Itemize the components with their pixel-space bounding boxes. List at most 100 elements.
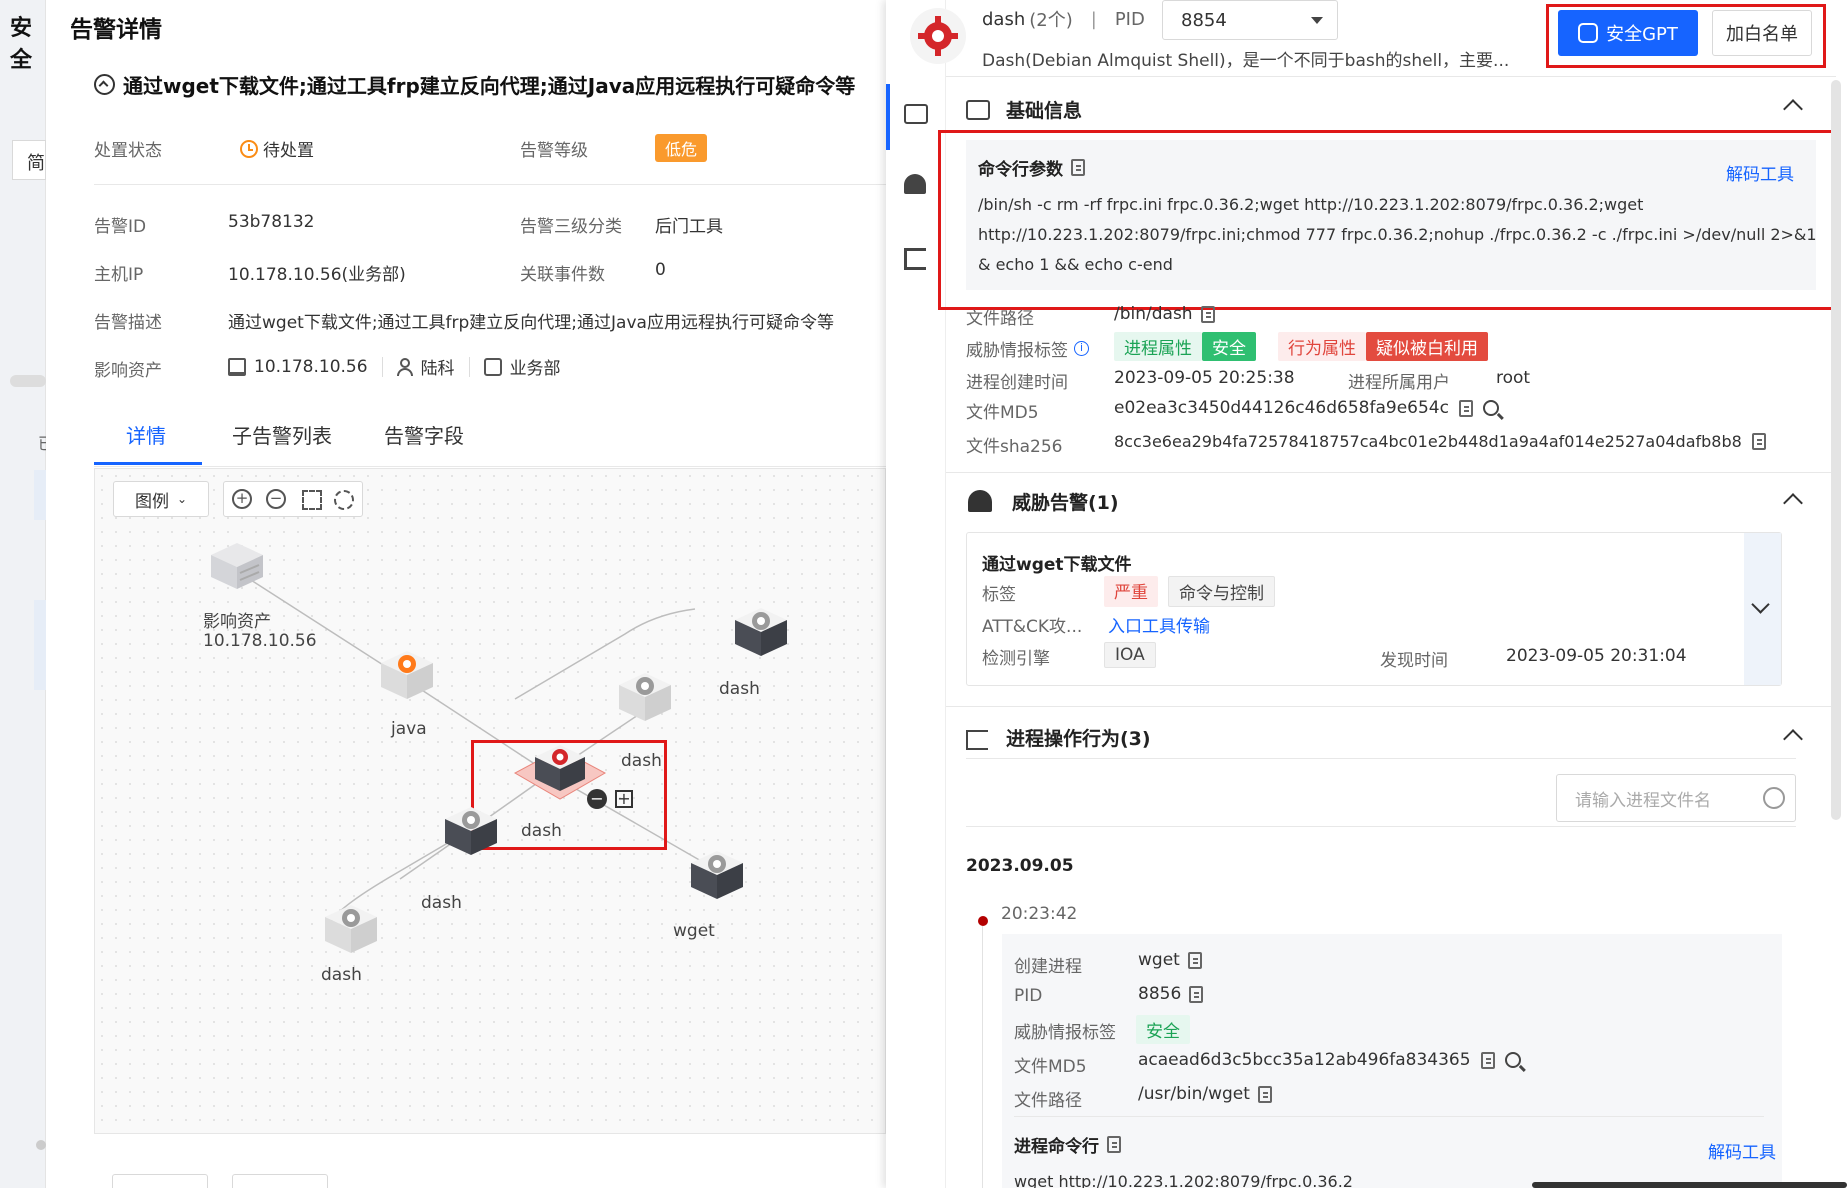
section-divider — [946, 706, 1836, 707]
dash-process-gear-icon[interactable] — [615, 669, 675, 727]
node-dash-top-right-label: dash — [719, 679, 760, 699]
timeline-line — [982, 926, 983, 1188]
java-process-gear-icon[interactable] — [377, 647, 437, 705]
sha256-row: 8cc3e6ea29b4fa72578418757ca4bc01e2b448d1… — [1114, 432, 1766, 451]
drawer-scrollbar[interactable] — [1831, 80, 1841, 820]
wget-process-gear-icon[interactable] — [687, 847, 747, 905]
child-decode-tool-link[interactable]: 解码工具 — [1708, 1138, 1776, 1163]
cmdline-line-2: http://10.223.1.202:8079/frpc.ini;chmod … — [978, 225, 1817, 244]
basic-info-title: 基础信息 — [1006, 100, 1083, 122]
attck-label: ATT&CK攻... — [982, 617, 1083, 637]
node-asset-label-2: 10.178.10.56 — [203, 631, 317, 651]
alarm-icon — [968, 490, 992, 512]
process-tree-icon[interactable] — [904, 248, 926, 270]
node-dash-mid-label: dash — [421, 893, 462, 913]
collapse-basic-info-icon[interactable] — [1783, 99, 1803, 119]
copy-icon[interactable] — [1480, 1051, 1495, 1069]
process-info-icon[interactable] — [904, 104, 928, 124]
server-icon[interactable] — [207, 539, 267, 595]
security-gpt-label: 安全GPT — [1606, 24, 1678, 45]
process-name: dash — [982, 8, 1026, 30]
collapse-behavior-icon[interactable] — [1783, 729, 1803, 749]
pid-select[interactable]: 8854 — [1162, 0, 1338, 40]
sha256-label: 文件sha256 — [966, 437, 1063, 457]
tag-severe: 严重 — [1104, 576, 1158, 607]
process-file-search[interactable]: 请输入进程文件名 — [1556, 774, 1796, 822]
collapse-circle-icon[interactable] — [94, 74, 115, 95]
copy-icon[interactable] — [1200, 305, 1215, 323]
dash-process-gear-icon[interactable] — [321, 901, 381, 959]
dash-process-gear-icon[interactable] — [731, 604, 791, 662]
threat-intel-tags: 进程属性 安全 行为属性 疑似被白利用 — [1114, 332, 1488, 361]
threat-tags-label: 标签 — [982, 585, 1016, 605]
gpt-logo-icon — [1578, 23, 1599, 43]
create-process-value: wget — [1138, 950, 1180, 970]
subcategory-label: 告警三级分类 — [520, 217, 622, 237]
process-tree-icon — [966, 730, 988, 750]
copy-icon[interactable] — [1751, 433, 1766, 450]
asset-department: 业务部 — [509, 359, 561, 379]
process-behavior-title: 进程操作行为(3) — [1006, 728, 1151, 750]
detection-engine-tag: IOA — [1104, 642, 1156, 668]
copy-icon[interactable] — [1187, 951, 1202, 969]
collapse-threat-icon[interactable] — [1783, 493, 1803, 513]
tab-sub-alerts[interactable]: 子告警列表 — [232, 420, 332, 449]
threat-intel-label: 威胁情报标签 — [966, 341, 1068, 361]
whitelist-button[interactable]: 加白名单 — [1712, 10, 1812, 56]
side-highlight — [34, 470, 46, 520]
timeline-time: 20:23:42 — [1001, 904, 1078, 924]
process-graph-canvas[interactable]: 图例 ⌄ + − 影响资产 10.178.10.56 java dash das… — [94, 468, 886, 1134]
alert-title: 通过wget下载文件;通过工具frp建立反向代理;通过Java应用远程执行可疑命… — [123, 74, 856, 98]
search-icon[interactable] — [1763, 787, 1785, 809]
dash-process-gear-icon[interactable] — [441, 803, 501, 861]
cmdline-label: 命令行参数 — [978, 160, 1063, 180]
child-path-label: 文件路径 — [1014, 1091, 1082, 1111]
copy-icon[interactable] — [1071, 159, 1085, 176]
whitelist-label: 加白名单 — [1726, 24, 1798, 45]
cmdline-label-row: 命令行参数 — [978, 155, 1085, 180]
security-gpt-button[interactable]: 安全GPT — [1558, 10, 1698, 56]
side-highlight-2 — [34, 600, 46, 690]
host-ip-label: 主机IP — [94, 265, 144, 285]
pid-select-value: 8854 — [1181, 9, 1227, 31]
alarm-icon[interactable] — [904, 174, 926, 194]
description-label: 告警描述 — [94, 313, 162, 333]
footer-button-2[interactable] — [232, 1174, 328, 1188]
info-icon[interactable]: i — [1074, 341, 1089, 356]
status-value: 待处置 — [240, 136, 314, 161]
pid-label: PID — [1114, 8, 1145, 30]
search-placeholder: 请输入进程文件名 — [1575, 790, 1711, 811]
child-md5-value: acaead6d3c5bcc35a12ab496fa834365 — [1138, 1050, 1471, 1070]
create-process-label: 创建进程 — [1014, 957, 1082, 977]
child-md5-row: acaead6d3c5bcc35a12ab496fa834365 — [1138, 1050, 1521, 1070]
section-nav-column — [886, 0, 946, 1188]
tag-behavior-attribute: 行为属性 — [1278, 332, 1366, 361]
status-text: 待处置 — [263, 141, 314, 161]
timeline-date: 2023.09.05 — [966, 856, 1074, 876]
attck-technique-link[interactable]: 入口工具传输 — [1108, 612, 1210, 637]
tab-alert-fields[interactable]: 告警字段 — [384, 420, 464, 449]
tag-suspected-abuse: 疑似被白利用 — [1366, 332, 1488, 361]
child-cmd-label-row: 进程命令行 — [1014, 1132, 1121, 1157]
copy-icon[interactable] — [1257, 1085, 1272, 1103]
search-icon[interactable] — [1504, 1052, 1521, 1068]
server-icon — [228, 357, 246, 376]
decode-tool-link[interactable]: 解码工具 — [1726, 160, 1794, 185]
copy-icon[interactable] — [1107, 1136, 1121, 1153]
asset-user: 陆科 — [420, 359, 455, 379]
card-divider — [1014, 1116, 1764, 1117]
tag-command-control: 命令与控制 — [1168, 576, 1275, 607]
copy-icon[interactable] — [1189, 985, 1204, 1003]
copy-icon[interactable] — [1458, 399, 1473, 417]
md5-value: e02ea3c3450d44126c46d658fa9e654c — [1114, 398, 1449, 418]
user-icon — [396, 357, 413, 376]
simp-button-fragment[interactable]: 简 — [12, 140, 46, 180]
alert-title-row[interactable]: 通过wget下载文件;通过工具frp建立反向代理;通过Java应用远程执行可疑命… — [94, 70, 855, 99]
node-wget-label: wget — [673, 921, 715, 941]
department-icon — [483, 357, 502, 376]
footer-button-1[interactable] — [112, 1174, 208, 1188]
tab-details[interactable]: 详情 — [126, 420, 166, 449]
search-icon[interactable] — [1482, 400, 1499, 416]
child-pid-row: 8856 — [1138, 984, 1204, 1004]
horizontal-scrollbar[interactable] — [1532, 1182, 1847, 1188]
